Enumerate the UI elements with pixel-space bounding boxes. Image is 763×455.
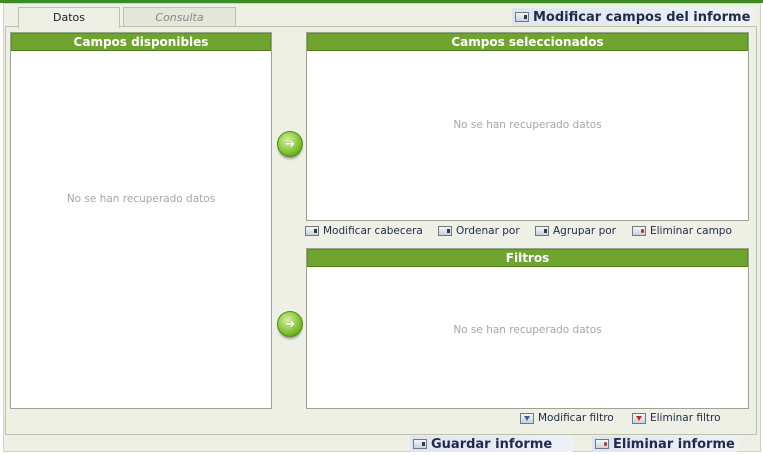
delete-filter-icon (632, 412, 646, 424)
selected-fields-panel: Campos seleccionados No se han recuperad… (306, 32, 749, 221)
modify-report-fields-button[interactable]: Modificar campos del informe (512, 8, 753, 26)
modify-header-label: Modificar cabecera (323, 225, 423, 237)
available-fields-header: Campos disponibles (11, 33, 271, 51)
tab-consulta[interactable]: Consulta (123, 7, 236, 27)
delete-field-icon (632, 226, 646, 236)
sort-icon (438, 226, 452, 236)
report-icon (515, 12, 529, 22)
modify-header-button[interactable]: Modificar cabecera (305, 225, 423, 237)
delete-filter-label: Eliminar filtro (650, 412, 721, 424)
delete-report-label: Eliminar informe (613, 436, 735, 452)
filters-empty: No se han recuperado datos (453, 324, 602, 336)
header-icon (305, 226, 319, 236)
modify-filter-button[interactable]: Modificar filtro (520, 412, 614, 424)
filter-icon (520, 412, 534, 424)
sort-by-button[interactable]: Ordenar por (438, 225, 520, 237)
delete-report-button[interactable]: Eliminar informe (592, 436, 737, 452)
add-filter-arrow-button[interactable]: ➜ (277, 311, 303, 337)
arrow-right-icon: ➜ (284, 316, 296, 332)
save-report-label: Guardar informe (431, 436, 553, 452)
arrow-right-icon: ➜ (284, 136, 296, 152)
add-field-arrow-button[interactable]: ➜ (277, 131, 303, 157)
tab-datos[interactable]: Datos (18, 7, 120, 28)
selected-fields-header: Campos seleccionados (307, 33, 748, 51)
filters-header: Filtros (307, 249, 748, 267)
delete-field-button[interactable]: Eliminar campo (632, 225, 732, 237)
sort-by-label: Ordenar por (456, 225, 520, 237)
selected-fields-empty: No se han recuperado datos (453, 119, 602, 131)
modify-report-fields-label: Modificar campos del informe (533, 9, 751, 25)
modify-filter-label: Modificar filtro (538, 412, 614, 424)
save-icon (413, 439, 427, 449)
group-by-button[interactable]: Agrupar por (535, 225, 616, 237)
group-icon (535, 226, 549, 236)
delete-report-icon (595, 439, 609, 449)
available-fields-panel: Campos disponibles No se han recuperado … (10, 32, 272, 409)
group-by-label: Agrupar por (553, 225, 616, 237)
available-fields-empty: No se han recuperado datos (66, 193, 216, 205)
filters-panel: Filtros No se han recuperado datos (306, 248, 749, 409)
delete-field-label: Eliminar campo (650, 225, 732, 237)
delete-filter-button[interactable]: Eliminar filtro (632, 412, 721, 424)
save-report-button[interactable]: Guardar informe (410, 436, 573, 452)
